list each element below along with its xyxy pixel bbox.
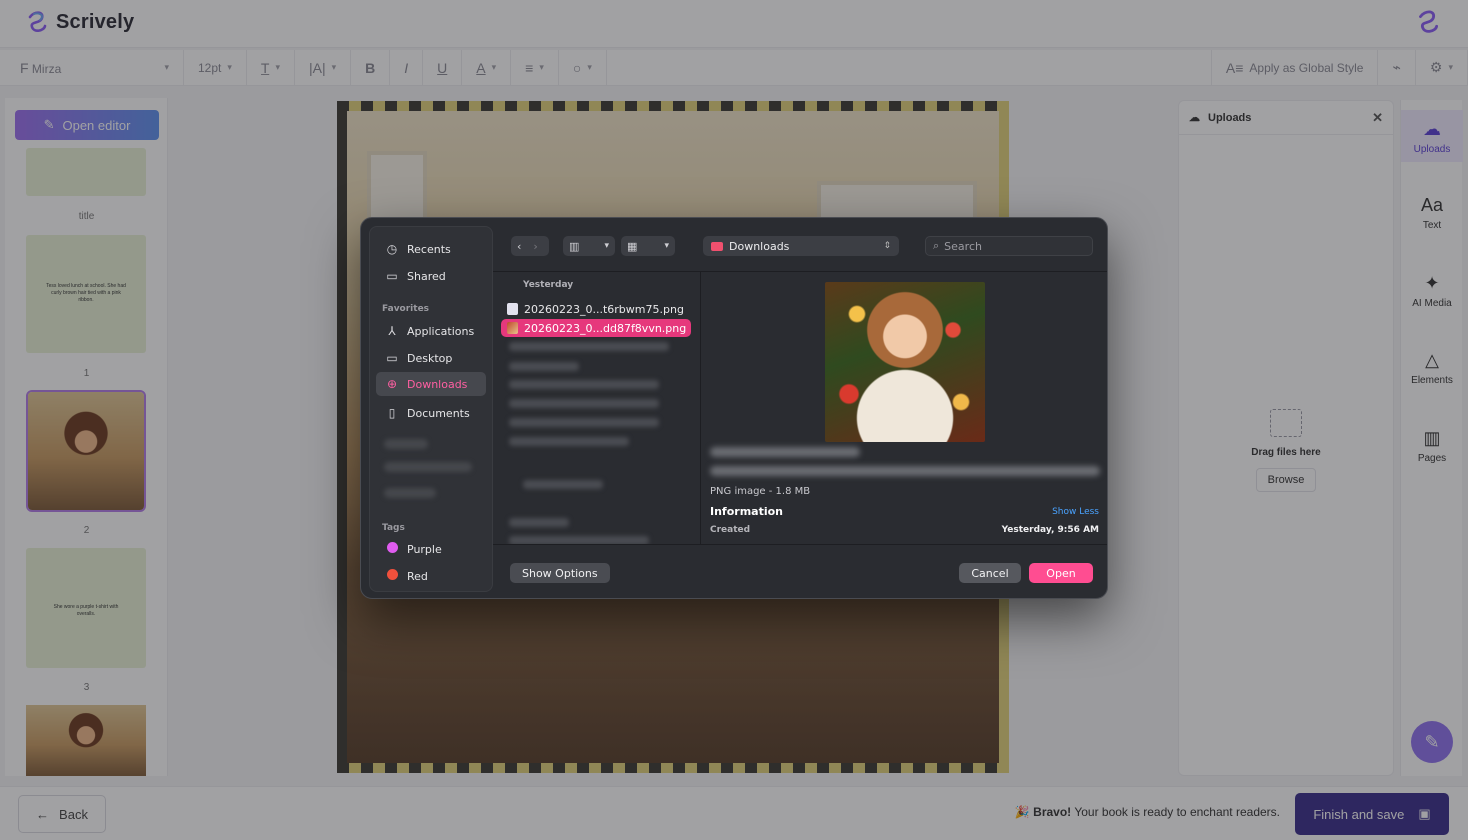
tag-label: Red: [407, 569, 428, 583]
sidebar-item-recents[interactable]: ◷ Recents: [376, 237, 486, 261]
search-placeholder: Search: [944, 239, 982, 253]
location-select[interactable]: Downloads ⇕: [703, 236, 899, 256]
sidebar-tag-purple[interactable]: Purple: [376, 537, 486, 561]
redacted-file: [523, 480, 603, 489]
redacted-file: [509, 437, 629, 446]
file-row[interactable]: 20260223_0...t6rbwm75.png: [501, 300, 691, 318]
location-value: Downloads: [729, 239, 790, 253]
dialog-footer: Show Options Cancel Open: [493, 544, 1107, 598]
sidebar-item-downloads[interactable]: ⊕ Downloads: [376, 372, 486, 396]
created-value: Yesterday, 9:56 AM: [1001, 525, 1099, 535]
sidebar-item-label: Documents: [407, 406, 470, 420]
file-column: Yesterday 20260223_0...t6rbwm75.png 2026…: [493, 272, 701, 544]
preview-image: [825, 282, 985, 442]
back-chevron-icon[interactable]: ‹: [511, 240, 527, 253]
document-icon: ▯: [388, 406, 396, 420]
chevron-down-icon: ▾: [664, 241, 669, 251]
view-mode-select[interactable]: ▥ ▾: [563, 236, 615, 256]
group-heading: Yesterday: [523, 280, 574, 290]
redacted-location: [384, 439, 428, 449]
nav-buttons: ‹ ›: [511, 236, 549, 256]
created-label: Created: [710, 525, 751, 535]
redacted-file: [509, 362, 579, 371]
image-file-icon: [507, 322, 518, 334]
open-button[interactable]: Open: [1029, 563, 1093, 583]
tag-label: Purple: [407, 542, 442, 556]
columns-view-icon: ▥: [569, 239, 580, 253]
sidebar-tag-red[interactable]: Red: [376, 564, 486, 588]
redacted-file: [509, 536, 649, 544]
clock-icon: ◷: [386, 242, 398, 256]
sidebar-item-label: Applications: [407, 324, 475, 338]
redacted-file: [509, 418, 659, 427]
redacted-file: [509, 380, 659, 389]
redacted-filename: [710, 466, 1100, 476]
tags-heading: Tags: [382, 523, 405, 533]
chevron-down-icon: ▾: [604, 241, 609, 251]
file-name: 20260223_0...t6rbwm75.png: [524, 302, 684, 316]
desktop-icon: ▭: [386, 351, 398, 365]
file-name: 20260223_0...dd87f8vvn.png: [524, 321, 687, 335]
dialog-toolbar: ‹ › ▥ ▾ ▦ ▾ Downloads ⇕ ⌕ Search: [493, 226, 1107, 272]
search-icon: ⌕: [933, 239, 940, 252]
sidebar-item-label: Shared: [407, 269, 446, 283]
applications-icon: ⅄: [388, 324, 396, 338]
sidebar-item-label: Downloads: [407, 377, 468, 391]
redacted-location: [384, 462, 472, 472]
sidebar-item-label: Desktop: [407, 351, 453, 365]
sidebar-item-applications[interactable]: ⅄ Applications: [376, 319, 486, 343]
group-select[interactable]: ▦ ▾: [621, 236, 675, 256]
redacted-filename: [710, 447, 860, 457]
redacted-file: [509, 518, 569, 527]
sidebar-item-documents[interactable]: ▯ Documents: [376, 401, 486, 425]
file-row-selected[interactable]: 20260223_0...dd87f8vvn.png: [501, 319, 691, 337]
grid-icon: ▦: [627, 239, 638, 253]
red-tag-dot: [386, 569, 398, 580]
file-preview: PNG image - 1.8 MB Information Show Less…: [701, 272, 1107, 544]
up-down-chevron-icon: ⇕: [883, 241, 891, 251]
show-less-link[interactable]: Show Less: [1052, 507, 1099, 517]
file-kind-size: PNG image - 1.8 MB: [710, 486, 811, 497]
folder-icon: [711, 241, 723, 251]
purple-tag-dot: [386, 542, 398, 553]
shared-folder-icon: ▭: [386, 269, 398, 283]
redacted-location: [384, 488, 436, 498]
search-input[interactable]: ⌕ Search: [925, 236, 1093, 256]
sidebar-item-label: Recents: [407, 242, 451, 256]
open-file-dialog: ◷ Recents ▭ Shared Favorites ⅄ Applicati…: [360, 217, 1108, 599]
redacted-file: [509, 399, 659, 408]
show-options-button[interactable]: Show Options: [510, 563, 610, 583]
download-icon: ⊕: [386, 377, 398, 391]
favorites-heading: Favorites: [382, 304, 430, 314]
sidebar-item-desktop[interactable]: ▭ Desktop: [376, 346, 486, 370]
redacted-file: [509, 342, 669, 351]
png-file-icon: [507, 303, 518, 315]
sidebar-item-shared[interactable]: ▭ Shared: [376, 264, 486, 288]
information-heading: Information: [710, 505, 783, 518]
dialog-sidebar: ◷ Recents ▭ Shared Favorites ⅄ Applicati…: [369, 226, 493, 592]
cancel-button[interactable]: Cancel: [959, 563, 1021, 583]
forward-chevron-icon[interactable]: ›: [527, 240, 543, 253]
